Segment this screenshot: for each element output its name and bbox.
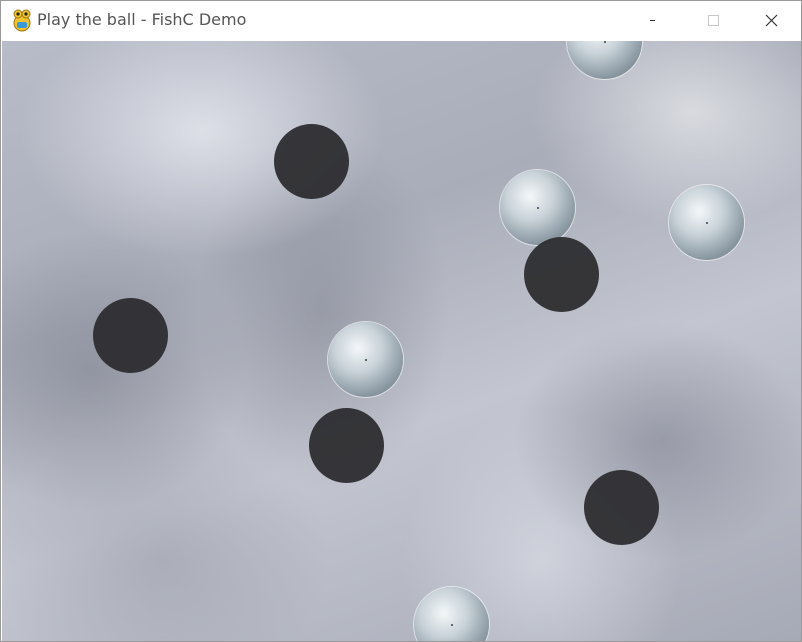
game-window: Play the ball - FishC Demo: [0, 0, 802, 642]
silver-ball[interactable]: [414, 587, 489, 641]
dark-ball[interactable]: [93, 298, 168, 373]
game-canvas[interactable]: [2, 41, 801, 641]
close-icon: [765, 14, 778, 27]
dark-ball[interactable]: [309, 408, 384, 483]
dark-ball[interactable]: [524, 237, 599, 312]
dark-ball[interactable]: [274, 124, 349, 199]
pygame-snake-icon: [11, 8, 33, 32]
minimize-button[interactable]: [597, 1, 655, 40]
dark-ball[interactable]: [584, 470, 659, 545]
silver-ball[interactable]: [328, 322, 403, 397]
minimize-icon: [650, 20, 655, 21]
window-title: Play the ball - FishC Demo: [37, 10, 247, 29]
maximize-button[interactable]: [684, 1, 742, 40]
silver-ball[interactable]: [500, 170, 575, 245]
silver-ball[interactable]: [567, 41, 642, 79]
close-button[interactable]: [742, 1, 800, 40]
maximize-icon: [708, 15, 719, 26]
silver-ball[interactable]: [669, 185, 744, 260]
title-bar[interactable]: Play the ball - FishC Demo: [1, 1, 801, 40]
